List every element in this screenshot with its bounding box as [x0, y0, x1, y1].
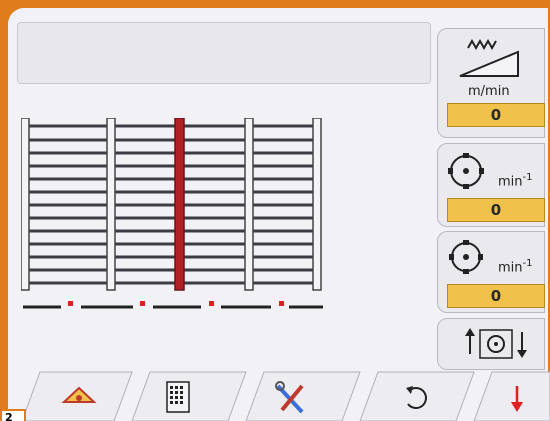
rpm-value-1[interactable]: 0 [447, 198, 545, 222]
machine-screen: m/min 0 min-1 0 min-1 0 2 [0, 0, 550, 421]
cycle-icon [465, 328, 527, 359]
station-markers [23, 301, 323, 309]
rpm-value-2[interactable]: 0 [447, 284, 545, 308]
gear-rpm-icon [449, 240, 483, 274]
speed-ramp-icon [459, 38, 519, 77]
corner-label: 2 [0, 409, 26, 421]
speed-unit: m/min [468, 84, 510, 99]
rpm-unit-2-exp: -1 [522, 258, 533, 269]
rpm-unit-2: min-1 [498, 258, 533, 275]
frame-diagram [21, 118, 323, 309]
reset-icon[interactable] [398, 372, 438, 421]
home-machine-icon[interactable] [54, 372, 104, 421]
arrow-down-alarm-icon[interactable] [505, 372, 535, 421]
rpm-unit-1: min-1 [498, 172, 533, 189]
rpm-unit-1-exp: -1 [522, 172, 533, 183]
calculator-icon[interactable] [161, 372, 201, 421]
rpm-unit-1-text: min [498, 174, 523, 190]
message-bar [17, 22, 431, 84]
tools-icon[interactable] [268, 372, 318, 421]
rpm-unit-2-text: min [498, 260, 523, 276]
speed-value[interactable]: 0 [447, 103, 545, 127]
frame-rails [25, 124, 321, 285]
selected-post[interactable] [174, 118, 185, 291]
gear-rpm-icon [448, 153, 484, 189]
